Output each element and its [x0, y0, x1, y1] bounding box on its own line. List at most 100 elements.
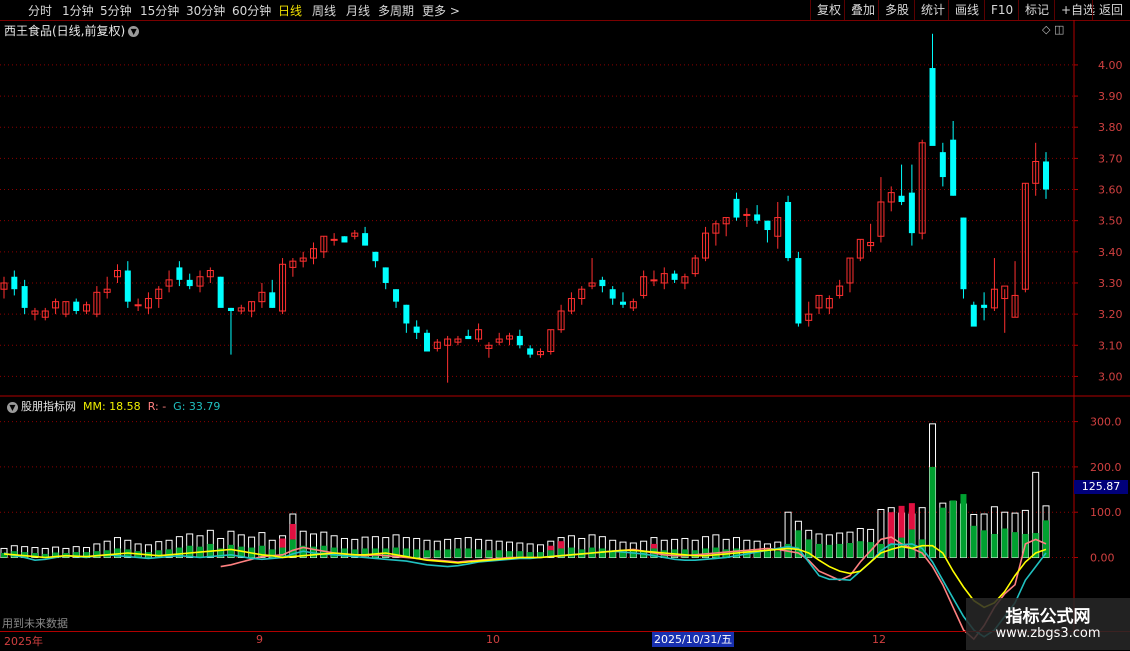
bar-green: [413, 549, 420, 558]
candle-body: [898, 195, 905, 202]
bar-green: [970, 525, 977, 558]
price-tick-label: 3.50: [1098, 215, 1123, 228]
price-tick-label: 3.70: [1098, 152, 1123, 165]
price-tick-label: 3.00: [1098, 370, 1123, 383]
candle-body: [733, 198, 740, 218]
candle-body: [1043, 161, 1049, 190]
date-label: 12: [872, 633, 886, 646]
candle-body: [671, 273, 678, 280]
bar-red: [547, 545, 554, 551]
bar-green: [836, 543, 843, 558]
cursor-value-badge: 125.87: [1074, 480, 1128, 494]
price-tick-label: 3.10: [1098, 339, 1123, 352]
candle-body: [960, 217, 967, 290]
g-value: G: 33.79: [173, 400, 221, 413]
indicator-tick-label: 0.00: [1090, 552, 1115, 565]
bar-green: [423, 550, 430, 558]
candle-body: [516, 335, 523, 346]
candle-body: [970, 304, 977, 327]
candle-body: [465, 335, 472, 340]
bar-green: [816, 543, 823, 558]
bar-green: [991, 533, 998, 558]
candle-body: [134, 304, 142, 307]
price-tick-label: 4.00: [1098, 59, 1123, 72]
candle-body: [73, 301, 80, 312]
bar-green: [527, 552, 534, 558]
candle-body: [650, 279, 658, 282]
date-axis: 2025年 9 10 12: [0, 631, 1130, 651]
bar-green: [1012, 532, 1019, 558]
candle-body: [176, 267, 183, 280]
candle-body: [372, 251, 379, 262]
price-tick-label: 3.20: [1098, 308, 1123, 321]
indicator-tick-label: 200.0: [1090, 461, 1122, 474]
indicator-tick-label: 100.0: [1090, 506, 1122, 519]
candle-body: [764, 220, 771, 231]
bar-green: [1001, 528, 1008, 558]
chevron-down-icon[interactable]: ▼: [7, 401, 18, 413]
candle-body: [403, 304, 410, 324]
candle-body: [413, 326, 420, 333]
candle-body: [341, 236, 348, 243]
candle-body: [785, 201, 792, 259]
bar-green: [857, 541, 864, 558]
price-tick-label: 3.30: [1098, 277, 1123, 290]
candle-body: [186, 279, 193, 287]
indicator-name[interactable]: 股朋指标网: [21, 400, 76, 413]
candle-body: [950, 139, 957, 196]
bar-green: [496, 550, 503, 558]
price-tick-label: 3.80: [1098, 121, 1123, 134]
bar-green: [846, 543, 853, 558]
bar-green: [939, 507, 946, 558]
bar-green: [774, 551, 781, 558]
kline-chart: 4.00 3.90 3.80 3.70 3.60 3.50 3.40 3.30 3.20 3.10…: [0, 20, 1130, 641]
date-label: 2025年: [4, 635, 43, 648]
bar-green: [516, 551, 523, 558]
candle-body: [362, 233, 369, 246]
date-label: 10: [486, 633, 500, 646]
candle-body: [929, 68, 936, 146]
bar-green: [826, 544, 833, 558]
bar-red: [279, 538, 286, 548]
candle-body: [609, 289, 616, 299]
panel-controls: ◇ ◫: [1042, 23, 1064, 36]
candle-body: [227, 307, 234, 312]
indicator-row: ▼ 股朋指标网 MM: 18.58 R: - G: 33.79: [4, 398, 220, 414]
mm-value: MM: 18.58: [83, 400, 141, 413]
indicator-tick-label: 300.0: [1090, 416, 1122, 429]
watermark-title: 指标公式网: [1005, 607, 1091, 627]
bar-red: [898, 505, 905, 538]
bar-green: [485, 550, 492, 558]
bar-green: [465, 548, 472, 558]
cursor-date: 2025/10/31/五: [652, 632, 735, 647]
price-tick-label: 3.90: [1098, 90, 1123, 103]
bar-red: [908, 503, 915, 530]
bar-green: [764, 551, 771, 558]
candle-body: [527, 348, 534, 355]
candle-body: [620, 301, 627, 305]
candle-body: [382, 267, 389, 283]
bar-green: [506, 551, 513, 558]
bar-green: [475, 549, 482, 558]
bar-green: [434, 550, 441, 558]
bar-green: [1043, 520, 1049, 558]
split-icon[interactable]: ◫: [1054, 23, 1064, 36]
chevron-down-icon[interactable]: ▼: [128, 26, 140, 37]
price-tick-label: 3.60: [1098, 184, 1123, 197]
stock-title[interactable]: 西王食品(日线,前复权) ▼: [4, 22, 142, 39]
candle-body: [795, 258, 802, 324]
candle-body: [981, 304, 988, 308]
future-data-note: 用到未来数据: [2, 617, 68, 630]
bar-red: [558, 541, 565, 549]
bar-red: [650, 543, 657, 549]
candle-body: [908, 192, 915, 234]
candle-body: [330, 238, 338, 241]
bar-green: [960, 494, 967, 558]
bar-green: [929, 466, 936, 558]
bar-green: [950, 500, 957, 558]
bar-green: [568, 547, 575, 558]
diamond-icon[interactable]: ◇: [1042, 23, 1050, 36]
watermark: 指标公式网 www.zbgs3.com: [966, 598, 1130, 650]
candle-body: [599, 279, 606, 287]
candle-body: [269, 292, 276, 308]
